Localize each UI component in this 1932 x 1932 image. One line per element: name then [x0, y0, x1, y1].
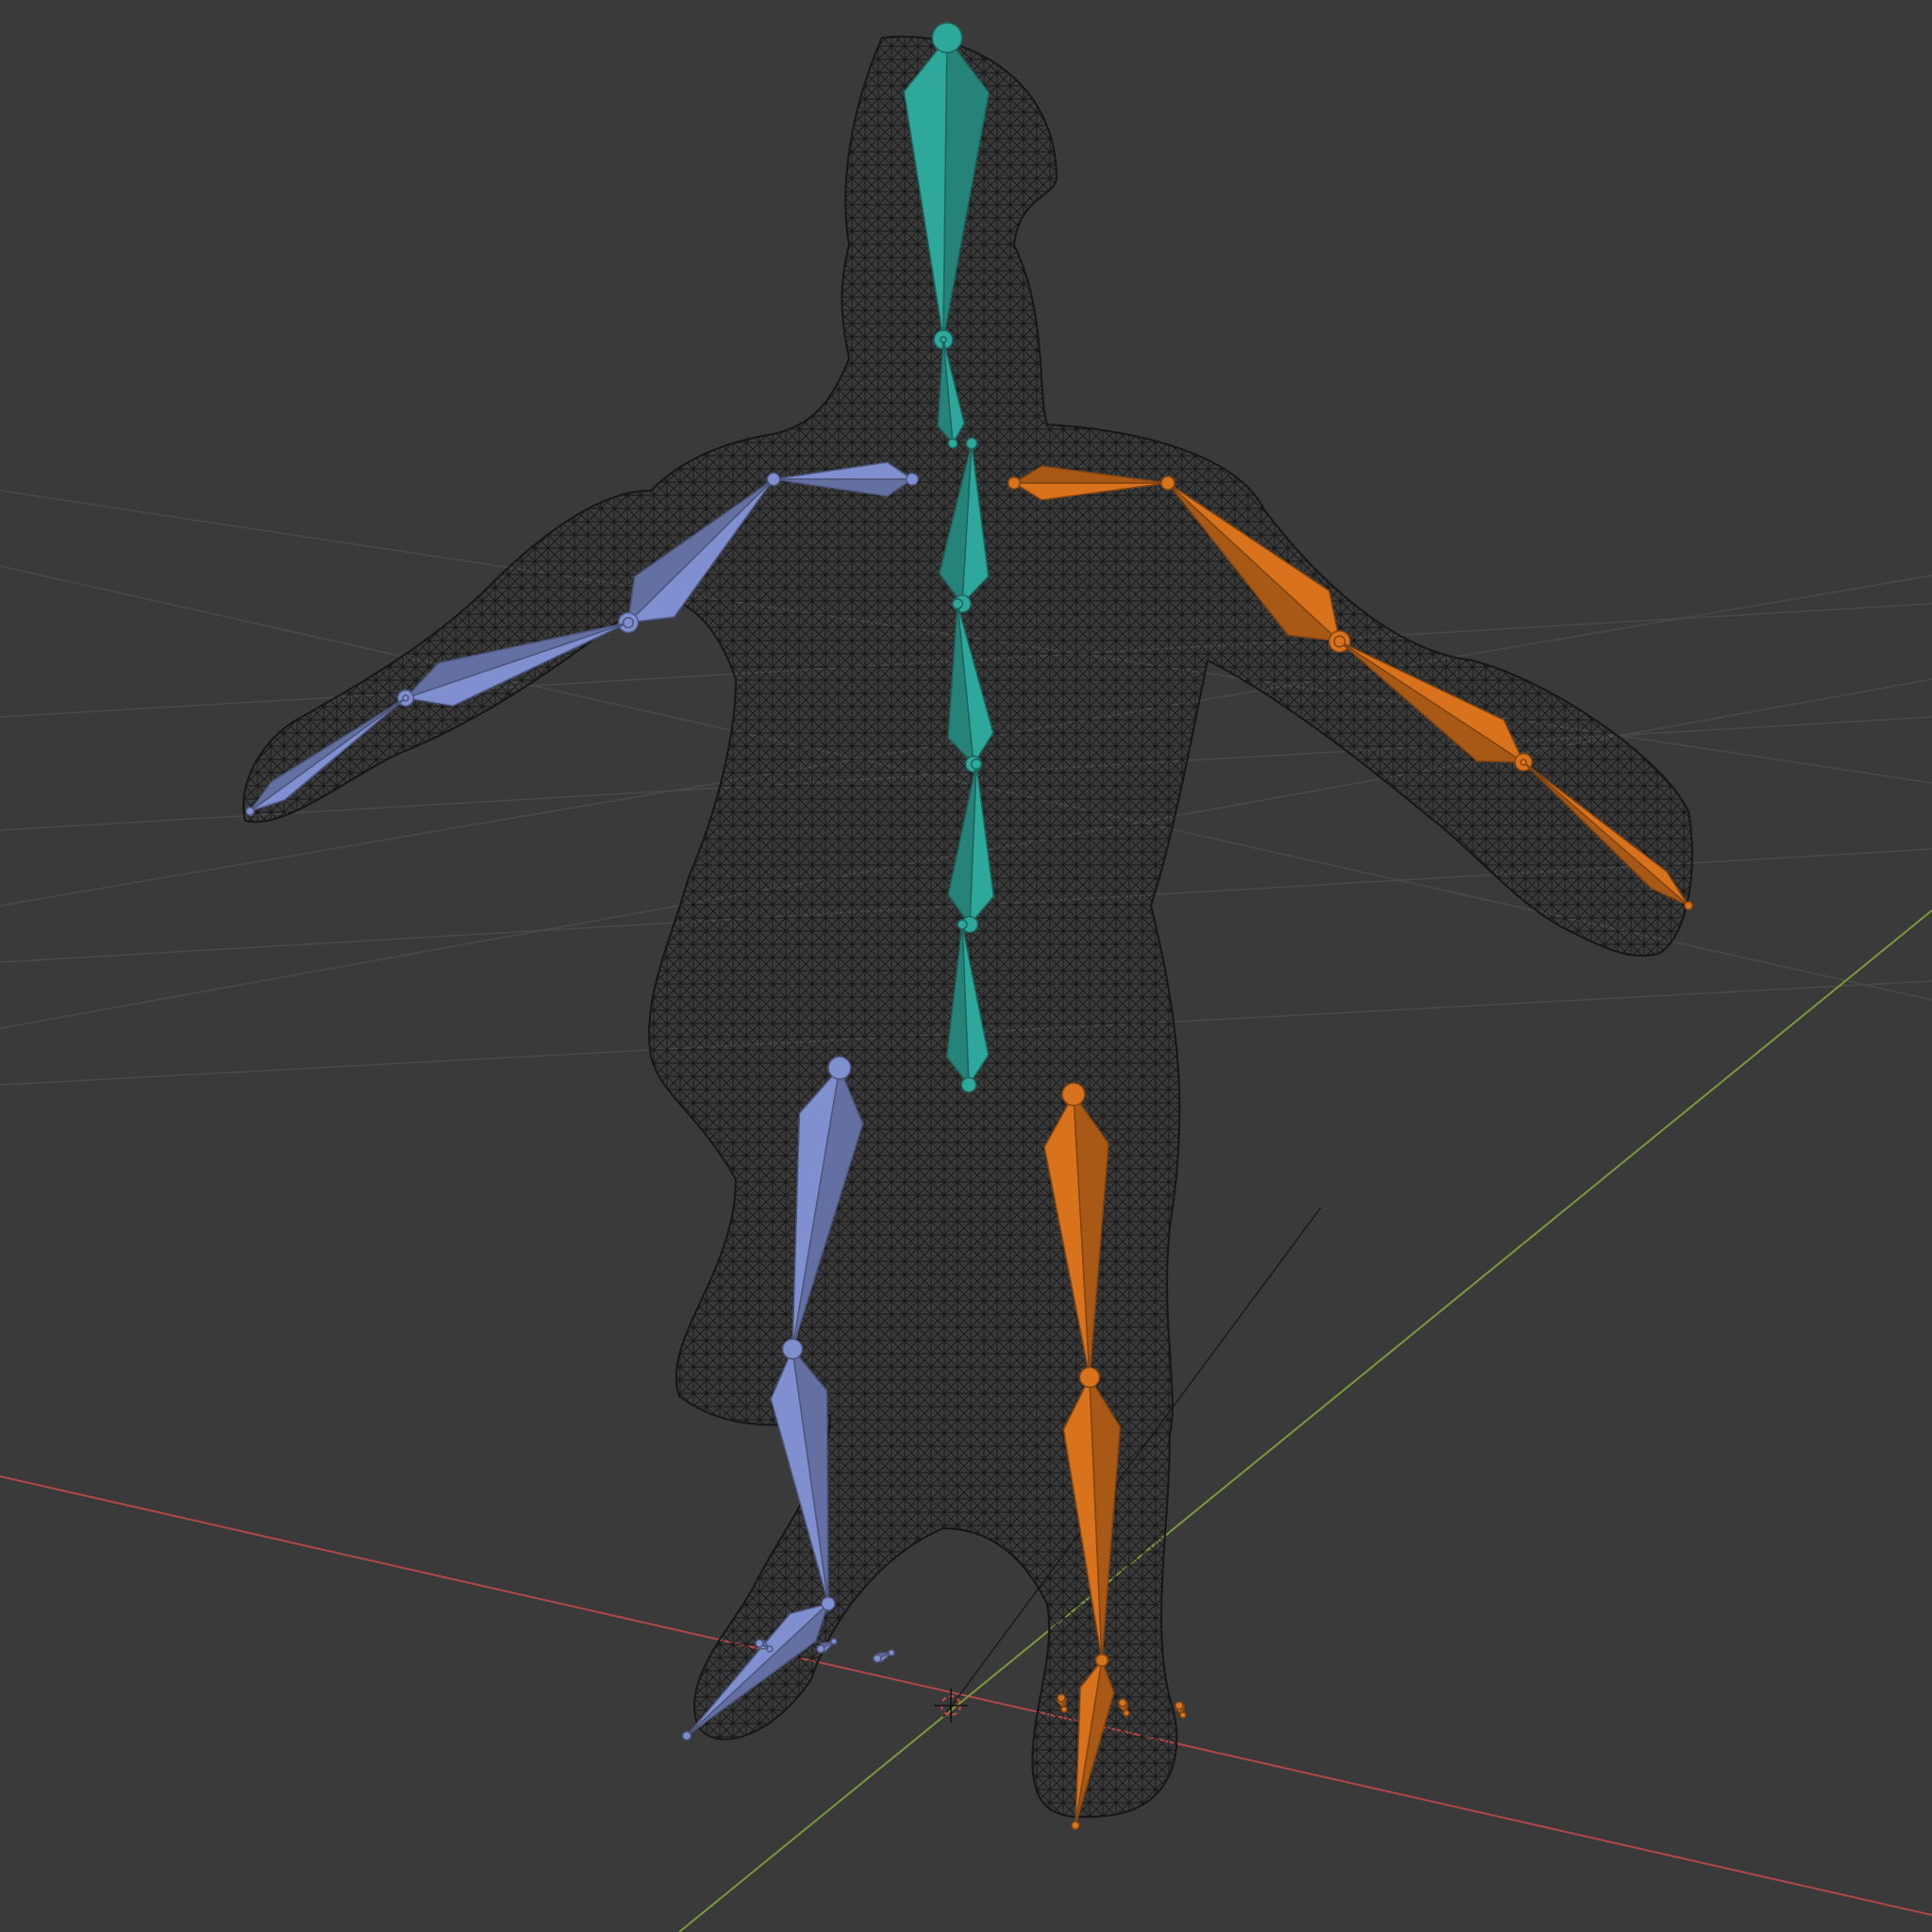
bone-head-joint: [816, 1644, 825, 1654]
bone-tail-joint: [1160, 475, 1175, 491]
bone-head-joint: [1094, 1653, 1109, 1668]
bone-head-joint: [947, 438, 958, 449]
bone-head-joint: [781, 1338, 804, 1360]
x-axis-line: [0, 1475, 1932, 1916]
bone-tail-joint: [888, 1649, 895, 1657]
bone-tail-joint: [766, 1645, 774, 1653]
bone-tail-joint: [970, 758, 983, 771]
bone-tail-joint: [622, 616, 635, 629]
bone-head-joint: [1078, 1366, 1101, 1389]
bone-tail-joint: [951, 597, 964, 610]
bone-tail-joint: [965, 437, 978, 450]
bone-tail-joint: [1060, 1706, 1068, 1713]
bone-tail-joint: [1071, 1821, 1080, 1830]
viewport-scene[interactable]: [0, 0, 1932, 1932]
bone-head-joint: [1174, 1701, 1184, 1710]
bone-head-joint: [905, 472, 920, 487]
bone-head-joint: [960, 1076, 977, 1093]
bone-tail-joint: [830, 1638, 838, 1645]
bone-tail-joint: [402, 694, 409, 702]
bone-tail-joint: [940, 336, 947, 343]
bone-head-joint: [245, 807, 255, 816]
bone-head-joint: [1061, 1082, 1086, 1107]
bone-head-joint: [873, 1654, 882, 1663]
3d-cursor-icon[interactable]: [934, 1689, 968, 1723]
bone-head-joint: [931, 22, 963, 54]
bone-head-joint: [755, 1639, 764, 1648]
bone-head-joint: [1118, 1698, 1127, 1707]
bone-toe_l: [873, 1649, 895, 1663]
bone-head-joint: [827, 1056, 852, 1080]
bone-tail-joint: [1520, 758, 1527, 766]
bone-tail-joint: [1179, 1711, 1187, 1719]
bone-head-joint: [1684, 901, 1693, 910]
bone-tail-joint: [1123, 1709, 1130, 1717]
bone-tail-joint: [1333, 635, 1346, 648]
3d-viewport[interactable]: [0, 0, 1932, 1932]
bone-tail-joint: [681, 1730, 692, 1741]
bone-tail-joint: [957, 919, 968, 930]
bone-head-joint: [1057, 1693, 1066, 1703]
bone-toe_r: [1174, 1701, 1187, 1719]
bone-head-joint: [1007, 475, 1022, 491]
bone-tail-joint: [766, 472, 781, 487]
bone-head-joint: [821, 1596, 836, 1611]
